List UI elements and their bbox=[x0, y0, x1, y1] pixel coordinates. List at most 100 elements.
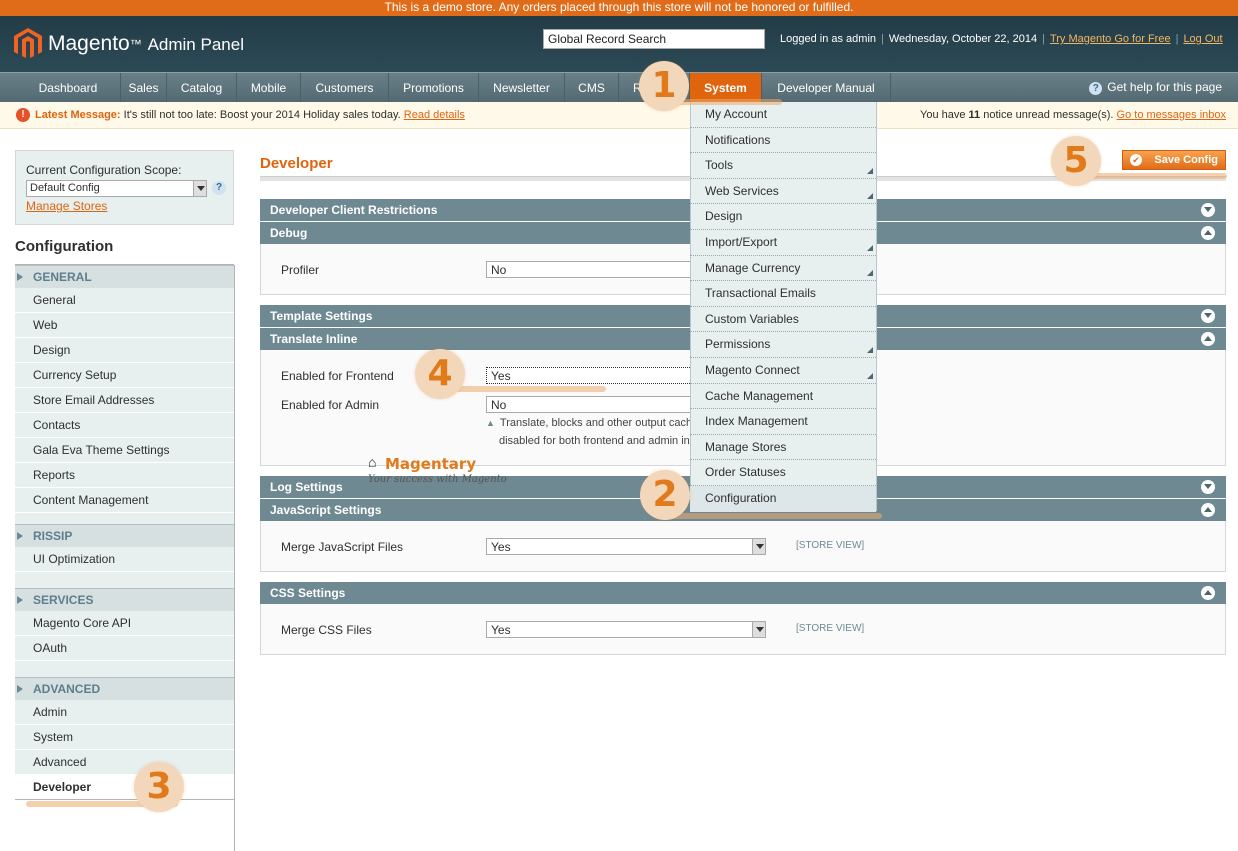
menu-item-order-statuses[interactable]: Order Statuses bbox=[690, 460, 876, 486]
sidebar-item-currency-setup[interactable]: Currency Setup bbox=[15, 363, 234, 388]
menu-item-tools[interactable]: Tools bbox=[690, 153, 876, 179]
menu-item-manage-currency[interactable]: Manage Currency bbox=[690, 256, 876, 282]
frontend-select[interactable]: Yes bbox=[486, 367, 696, 384]
menu-item-configuration[interactable]: Configuration bbox=[690, 486, 876, 512]
admin-select[interactable]: No bbox=[486, 396, 696, 413]
group-general[interactable]: GENERAL bbox=[15, 265, 234, 288]
nav-customers[interactable]: Customers bbox=[301, 73, 389, 103]
callout-1: 1 bbox=[639, 61, 689, 111]
sidebar-item-contacts[interactable]: Contacts bbox=[15, 413, 234, 438]
save-config-label: Save Config bbox=[1154, 154, 1218, 166]
group-spacer bbox=[15, 513, 234, 524]
save-config-button[interactable]: ✔ Save Config bbox=[1122, 150, 1226, 170]
translate-note: ▲ Translate, blocks and other output cach bbox=[486, 414, 692, 432]
nav-newsletter[interactable]: Newsletter bbox=[479, 73, 565, 103]
group-spacer bbox=[15, 572, 234, 588]
menu-item-permissions[interactable]: Permissions bbox=[690, 332, 876, 358]
chevron-down-icon bbox=[752, 539, 765, 554]
sidebar-item-design[interactable]: Design bbox=[15, 338, 234, 363]
nav-developer-manual[interactable]: Developer Manual bbox=[762, 73, 891, 103]
callout-underline bbox=[660, 513, 882, 519]
logo-subtitle: Admin Panel bbox=[147, 35, 244, 54]
nav-sales[interactable]: Sales bbox=[121, 73, 167, 103]
nav-mobile[interactable]: Mobile bbox=[237, 73, 301, 103]
watermark-logo: Magentary bbox=[385, 455, 477, 473]
note-line-1: Translate, blocks and other output cach bbox=[499, 417, 693, 429]
help-link[interactable]: ? Get help for this page bbox=[1089, 80, 1222, 95]
latest-message: Latest Message: It's still not too late:… bbox=[35, 109, 465, 121]
callout-3: 3 bbox=[134, 762, 184, 812]
section-title: CSS Settings bbox=[270, 586, 346, 600]
menu-item-design[interactable]: Design bbox=[690, 204, 876, 230]
read-details-link[interactable]: Read details bbox=[404, 109, 465, 121]
merge-js-label: Merge JavaScript Files bbox=[281, 540, 404, 554]
profiler-select[interactable]: No bbox=[486, 261, 696, 278]
group-spacer bbox=[15, 661, 234, 677]
nav-promotions[interactable]: Promotions bbox=[389, 73, 479, 103]
store-view-tag: [STORE VIEW] bbox=[796, 623, 865, 634]
sidebar-item-advanced[interactable]: Advanced bbox=[15, 750, 234, 775]
app-logo[interactable]: Magento™ Admin Panel bbox=[48, 30, 244, 59]
sidebar-item-content-management[interactable]: Content Management bbox=[15, 488, 234, 513]
menu-item-index-management[interactable]: Index Management bbox=[690, 409, 876, 435]
menu-item-notifications[interactable]: Notifications bbox=[690, 128, 876, 154]
admin-value: No bbox=[491, 398, 507, 412]
section-title: JavaScript Settings bbox=[270, 503, 382, 517]
group-advanced[interactable]: ADVANCED bbox=[15, 677, 234, 700]
callout-5: 5 bbox=[1051, 136, 1101, 186]
try-magento-link[interactable]: Try Magento Go for Free bbox=[1050, 33, 1171, 45]
scope-select[interactable]: Default Config bbox=[26, 180, 207, 197]
collapse-icon bbox=[1201, 226, 1215, 240]
sidebar-item-store-email[interactable]: Store Email Addresses bbox=[15, 388, 234, 413]
sidebar-item-ui-optimization[interactable]: UI Optimization bbox=[15, 547, 234, 572]
unread-count: 11 bbox=[968, 109, 981, 121]
merge-css-label: Merge CSS Files bbox=[281, 623, 372, 637]
help-icon[interactable]: ? bbox=[212, 181, 226, 195]
sidebar-item-web[interactable]: Web bbox=[15, 313, 234, 338]
nav-cms[interactable]: CMS bbox=[565, 73, 619, 103]
logout-link[interactable]: Log Out bbox=[1183, 33, 1222, 45]
section-title: Log Settings bbox=[270, 480, 343, 494]
header-links: Logged in as admin | Wednesday, October 22… bbox=[780, 33, 1223, 45]
watermark-tagline: Your success with Magento bbox=[368, 474, 507, 485]
section-css-settings[interactable]: CSS Settings bbox=[260, 582, 1226, 604]
section-title: Template Settings bbox=[270, 309, 373, 323]
configuration-title: Configuration bbox=[15, 238, 114, 255]
menu-item-import-export[interactable]: Import/Export bbox=[690, 230, 876, 256]
sidebar-item-core-api[interactable]: Magento Core API bbox=[15, 611, 234, 636]
nav-dashboard[interactable]: Dashboard bbox=[16, 73, 121, 103]
menu-item-manage-stores[interactable]: Manage Stores bbox=[690, 435, 876, 461]
sidebar-item-reports[interactable]: Reports bbox=[15, 463, 234, 488]
global-search-input[interactable] bbox=[543, 29, 765, 49]
menu-item-transactional-emails[interactable]: Transactional Emails bbox=[690, 281, 876, 307]
group-services[interactable]: SERVICES bbox=[15, 588, 234, 611]
menu-item-web-services[interactable]: Web Services bbox=[690, 179, 876, 205]
callout-4: 4 bbox=[415, 349, 465, 399]
nav-catalog[interactable]: Catalog bbox=[167, 73, 237, 103]
collapse-icon bbox=[1201, 332, 1215, 346]
menu-item-custom-variables[interactable]: Custom Variables bbox=[690, 307, 876, 333]
expand-icon bbox=[1201, 309, 1215, 323]
latest-message-label: Latest Message: bbox=[35, 109, 121, 121]
sidebar-item-oauth[interactable]: OAuth bbox=[15, 636, 234, 661]
collapse-icon bbox=[1201, 503, 1215, 517]
messages-inbox-link[interactable]: Go to messages inbox bbox=[1117, 109, 1226, 121]
logged-in-text: Logged in as admin bbox=[780, 33, 877, 45]
logo-name: Magento bbox=[48, 32, 130, 55]
menu-item-my-account[interactable]: My Account bbox=[690, 102, 876, 128]
menu-item-magento-connect[interactable]: Magento Connect bbox=[690, 358, 876, 384]
merge-css-select[interactable]: Yes bbox=[486, 621, 766, 638]
latest-message-text: It's still not too late: Boost your 2014… bbox=[123, 109, 401, 121]
manage-stores-link[interactable]: Manage Stores bbox=[26, 199, 107, 213]
admin-label: Enabled for Admin bbox=[281, 398, 380, 412]
menu-item-cache-management[interactable]: Cache Management bbox=[690, 384, 876, 410]
sidebar-item-general[interactable]: General bbox=[15, 288, 234, 313]
unread-messages: You have 11 notice unread message(s). Go… bbox=[920, 109, 1226, 121]
merge-js-select[interactable]: Yes bbox=[486, 538, 766, 555]
sidebar-item-admin[interactable]: Admin bbox=[15, 700, 234, 725]
sidebar-item-developer[interactable]: Developer bbox=[15, 775, 234, 800]
translate-note-2: disabled for both frontend and admin inl… bbox=[499, 435, 695, 447]
sidebar-item-theme-settings[interactable]: Gala Eva Theme Settings bbox=[15, 438, 234, 463]
group-rissip[interactable]: RISSIP bbox=[15, 524, 234, 547]
sidebar-item-system[interactable]: System bbox=[15, 725, 234, 750]
